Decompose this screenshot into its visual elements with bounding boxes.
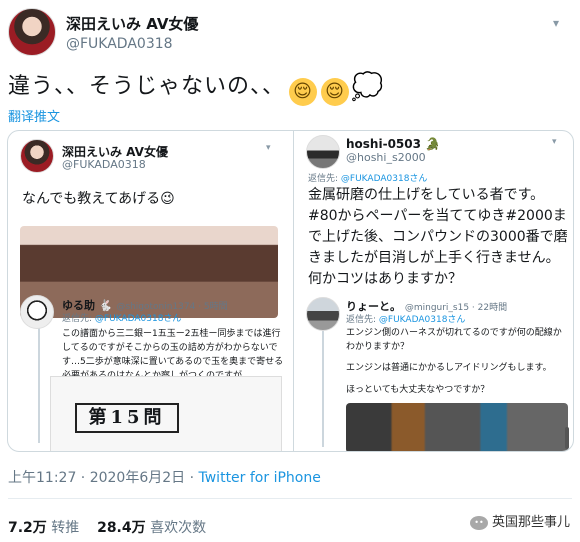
media-right[interactable]: hoshi-0503 🐊 @hoshi_s2000 ▾ 返信先: @FUKADA… [294, 131, 573, 451]
reply-to-prefix: 返信先: [308, 174, 339, 184]
watermark-text: 英国那些事儿 [491, 515, 570, 530]
watermark: •• 英国那些事儿 [469, 511, 570, 530]
reply-to-prefix: 返信先: [62, 314, 93, 324]
thought-balloon-icon: 💭 [351, 72, 385, 102]
reply-line-1: エンジン側のハーネスが切れてるのですが何の配線かわかりますか？ [346, 328, 562, 352]
thread-line [322, 327, 324, 447]
retweet-count[interactable]: 7.2万 [8, 520, 47, 536]
chevron-down-icon[interactable]: ▾ [548, 16, 564, 32]
thread-line [38, 323, 40, 443]
reply-to: 返信先: @FUKADA0318さん [346, 312, 465, 325]
embedded-author-handle: @hoshi_s2000 [346, 151, 426, 164]
relieved-face-icon: 😌 [321, 78, 350, 106]
relieved-face-icon: 😌 [289, 78, 318, 106]
embedded-media[interactable]: 深田えいみ AV女優 @FUKADA0318 ▾ なんでも教えてあげる😉 ゆる助… [7, 130, 574, 452]
reply-line-3: ほっといても大丈夫なやつですか？ [346, 385, 490, 395]
scrollbar-thumb[interactable] [565, 427, 569, 449]
tweet-body: 違う、、そうじゃないの、、 [8, 74, 286, 99]
wechat-icon: •• [469, 516, 488, 530]
chevron-down-icon: ▾ [552, 137, 557, 147]
reply-to-handle: @FUKADA0318さん [378, 315, 466, 325]
avatar [306, 297, 340, 331]
reply-to: 返信先: @FUKADA0318さん [62, 311, 181, 324]
like-label[interactable]: 喜欢次数 [150, 520, 206, 536]
timestamp-text: 上午11:27 · 2020年6月2日 · [8, 470, 199, 486]
author-handle[interactable]: @FUKADA0318 [66, 36, 173, 52]
avatar [306, 135, 340, 169]
reply-line-2: エンジンは普通にかかるしアイドリングもします。 [346, 363, 552, 373]
source-link[interactable]: Twitter for iPhone [199, 470, 321, 486]
crocodile-icon: 🐊 [425, 137, 441, 151]
embedded-tweet-text: なんでも教えてあげる😉 [22, 191, 175, 207]
reply-text: この譜面から三二銀ー1五玉ー2五桂ー同歩までは進行してるのですがそこからの玉の詰… [62, 329, 284, 381]
embedded-author-name: hoshi-0503 🐊 [346, 137, 440, 151]
photo-engine [346, 403, 568, 451]
reply-to-handle: @FUKADA0318さん [94, 314, 182, 324]
tweet-text: 違う、、そうじゃないの、、 😌 😌 💭 [8, 68, 385, 106]
avatar [20, 139, 54, 173]
reply-to: 返信先: @FUKADA0318さん [308, 171, 427, 184]
photo-document: 第15問 [50, 376, 282, 451]
embedded-tweet-text: 金属研磨の仕上げをしている者です。#80からペーパーを当ててゆき#2000まで上… [308, 187, 568, 287]
translate-tweet-link[interactable]: 翻译推文 [8, 106, 60, 125]
tweet-header: 深田えいみ AV女優 @FUKADA0318 ▾ [8, 8, 568, 58]
avatar[interactable] [8, 8, 56, 56]
retweet-label[interactable]: 转推 [51, 520, 79, 536]
tweet-timestamp: 上午11:27 · 2020年6月2日 · Twitter for iPhone [8, 467, 321, 487]
media-left[interactable]: 深田えいみ AV女優 @FUKADA0318 ▾ なんでも教えてあげる😉 ゆる助… [8, 131, 293, 451]
chevron-down-icon: ▾ [266, 143, 271, 153]
tweet-stats: 7.2万 转推 28.4万 喜欢次数 [8, 517, 206, 537]
embedded-name: hoshi-0503 [346, 137, 421, 151]
author-name[interactable]: 深田えいみ AV女優 [66, 13, 198, 34]
reply-to-prefix: 返信先: [346, 315, 377, 325]
divider [8, 498, 572, 499]
avatar [20, 295, 54, 329]
like-count[interactable]: 28.4万 [97, 520, 146, 536]
document-title: 第15問 [75, 403, 179, 433]
embedded-author-handle: @FUKADA0318 [62, 158, 146, 171]
reply-to-handle: @FUKADA0318さん [340, 174, 428, 184]
